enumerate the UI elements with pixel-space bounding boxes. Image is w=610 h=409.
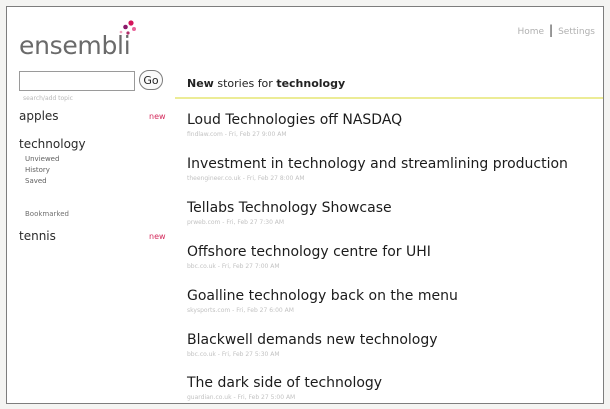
story-item: Goalline technology back on the menu sky…: [187, 288, 601, 314]
story-meta: bbc.co.uk - Fri, Feb 27 5:30 AM: [187, 351, 280, 358]
app-window: ensembli Home | Settings search/add topic …: [6, 6, 604, 404]
page-title: New stories for technology: [187, 77, 345, 90]
story-title-link[interactable]: Blackwell demands new technology: [187, 332, 601, 348]
story-meta: prweb.com - Fri, Feb 27 7:30 AM: [187, 219, 285, 226]
new-badge: new: [149, 112, 166, 121]
settings-link[interactable]: Settings: [558, 27, 595, 37]
sidebar-topic-tennis[interactable]: tennis: [19, 229, 56, 243]
link-separator: |: [549, 23, 554, 37]
story-meta: skysports.com - Fri, Feb 27 6:00 AM: [187, 307, 294, 314]
story-item: Offshore technology centre for UHI bbc.c…: [187, 244, 601, 270]
search-hint: search/add topic: [23, 95, 73, 102]
story-meta: theengineer.co.uk - Fri, Feb 27 8:00 AM: [187, 175, 305, 182]
app-logo[interactable]: ensembli: [19, 31, 131, 60]
top-links: Home | Settings: [517, 23, 595, 37]
story-item: Investment in technology and streamlinin…: [187, 156, 601, 182]
home-link[interactable]: Home: [517, 27, 544, 37]
story-title-link[interactable]: Investment in technology and streamlinin…: [187, 156, 601, 172]
sidebar-bookmarked-link[interactable]: Bookmarked: [25, 210, 69, 218]
search-field[interactable]: [19, 71, 135, 93]
heading-topic: technology: [276, 77, 346, 90]
heading-prefix: New: [187, 77, 214, 90]
story-meta: guardian.co.uk - Fri, Feb 27 5:00 AM: [187, 394, 296, 401]
story-title-link[interactable]: The dark side of technology: [187, 375, 601, 391]
story-meta: bbc.co.uk - Fri, Feb 27 7:00 AM: [187, 263, 280, 270]
story-item: Loud Technologies off NASDAQ findlaw.com…: [187, 112, 601, 138]
story-item: Tellabs Technology Showcase prweb.com - …: [187, 200, 601, 226]
new-badge: new: [149, 232, 166, 241]
story-title-link[interactable]: Tellabs Technology Showcase: [187, 200, 601, 216]
story-title-link[interactable]: Offshore technology centre for UHI: [187, 244, 601, 260]
sidebar-subitem-saved[interactable]: Saved: [25, 177, 47, 185]
sidebar-topic-technology[interactable]: technology: [19, 137, 86, 151]
story-title-link[interactable]: Goalline technology back on the menu: [187, 288, 601, 304]
logo-dots-icon: [119, 20, 136, 35]
search-input[interactable]: [20, 76, 134, 93]
story-item: The dark side of technology guardian.co.…: [187, 375, 601, 401]
sidebar-topic-apples[interactable]: apples: [19, 109, 59, 123]
story-meta: findlaw.com - Fri, Feb 27 9:00 AM: [187, 131, 287, 138]
go-button[interactable]: Go: [139, 70, 163, 90]
stories-header: New stories for technology: [175, 67, 603, 99]
sidebar-subitem-history[interactable]: History: [25, 166, 50, 174]
story-title-link[interactable]: Loud Technologies off NASDAQ: [187, 112, 601, 128]
story-item: Blackwell demands new technology bbc.co.…: [187, 332, 601, 358]
heading-middle: stories for: [213, 77, 277, 90]
sidebar-subitem-unviewed[interactable]: Unviewed: [25, 155, 59, 163]
